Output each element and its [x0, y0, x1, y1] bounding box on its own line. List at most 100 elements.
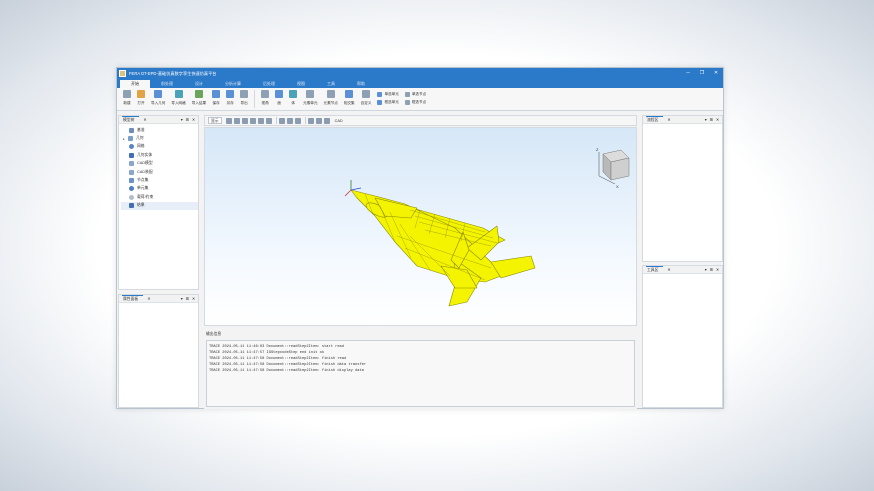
tree-item-result[interactable]: 结果	[121, 201, 198, 210]
back-view-icon[interactable]	[233, 117, 240, 124]
ribbon-divider	[254, 90, 256, 108]
open-button[interactable]: 打开	[134, 88, 148, 106]
mesh-icon	[129, 144, 134, 150]
app-window: FERA DT-EPD-基础仿真数字孪生快速仿真平台 ─ ❐ ✕ 开始 前处理 …	[116, 67, 724, 409]
process-close-icon[interactable]: ✕	[667, 117, 670, 122]
panel-pin-icon[interactable]: ⊞	[186, 117, 189, 122]
tree-item-cad-model[interactable]: CAD模型	[121, 160, 198, 168]
log-line: TRACE 2024-05-11 11:47:58 Document::read…	[209, 369, 364, 373]
tree-item-datum[interactable]: 基准	[121, 126, 198, 134]
custom-icon	[362, 90, 371, 98]
tab-start[interactable]: 开始	[120, 80, 150, 88]
cad-assembly-icon	[129, 169, 134, 175]
save-as-icon	[226, 90, 235, 98]
cad-mode-label: CAD	[334, 118, 343, 123]
custom-button[interactable]: 自定义	[358, 88, 375, 106]
tree-item-geometry[interactable]: ▸ 几何	[121, 134, 198, 142]
tools-close-icon[interactable]: ✕	[667, 267, 670, 272]
right-view-icon[interactable]	[265, 117, 272, 124]
element-button[interactable]: 元素单元	[300, 88, 320, 106]
single-element-button[interactable]: 单选单元	[377, 90, 399, 98]
new-file-icon	[123, 90, 131, 98]
orientation-cube[interactable]: Z X	[596, 147, 630, 189]
title-bar: FERA DT-EPD-基础仿真数字孪生快速仿真平台 ─ ❐ ✕	[117, 68, 723, 79]
save-as-button[interactable]: 另存	[223, 88, 237, 106]
panel-close-icon[interactable]: ✕	[192, 117, 195, 122]
app-logo	[119, 70, 126, 77]
tab-preprocess[interactable]: 前处理	[150, 80, 184, 88]
close-button[interactable]: ✕	[709, 68, 723, 79]
tree-item-cad-assembly[interactable]: CAD装配	[121, 168, 198, 176]
face-icon	[275, 90, 284, 98]
top-view-icon[interactable]	[241, 117, 248, 124]
fit-view-icon[interactable]	[278, 117, 285, 124]
new-button[interactable]: 新建	[120, 88, 134, 106]
cube-axis-x: X	[616, 184, 619, 189]
tree-item-element-set[interactable]: 单元集	[121, 185, 198, 193]
face-button[interactable]: 面	[272, 88, 286, 106]
model-tree-tab[interactable]: 模型树	[122, 115, 140, 124]
front-view-icon[interactable]	[225, 117, 232, 124]
panel-menu-icon[interactable]: ▾	[705, 267, 707, 272]
tree-item-solid-body[interactable]: 几何实体	[121, 151, 198, 159]
box-node-icon	[404, 99, 410, 105]
panel-pin-icon[interactable]: ⊞	[710, 267, 713, 272]
panel-pin-icon[interactable]: ⊞	[186, 296, 189, 301]
panel-menu-icon[interactable]: ▾	[705, 117, 707, 122]
panel-pin-icon[interactable]: ⊞	[710, 117, 713, 122]
model-tree-header: 模型树 ✕ ▾ ⊞ ✕	[119, 115, 198, 124]
box-element-icon	[377, 99, 383, 105]
panel-menu-icon[interactable]: ▾	[181, 296, 183, 301]
export-button[interactable]: 导出	[237, 88, 251, 106]
shaded-edges-icon[interactable]	[323, 117, 330, 124]
panel-menu-icon[interactable]: ▾	[181, 117, 183, 122]
output-log[interactable]: TRACE 2024-05-11 11:46:03 Document::read…	[206, 340, 635, 407]
panel-close-icon[interactable]: ✕	[192, 296, 195, 301]
save-button[interactable]: 保存	[209, 88, 223, 106]
maximize-button[interactable]: ❐	[695, 68, 709, 79]
shaded-icon[interactable]	[307, 117, 314, 124]
tab-postprocess[interactable]: 后处理	[252, 80, 286, 88]
import-result-button[interactable]: 导入结果	[189, 88, 209, 106]
tree-item-node-set[interactable]: 节点集	[121, 176, 198, 184]
tab-view[interactable]: 视图	[286, 80, 316, 88]
load-icon	[129, 194, 134, 200]
import-geometry-button[interactable]: 导入几何	[148, 88, 168, 106]
import-mesh-button[interactable]: 导入网格	[168, 88, 188, 106]
panel-close-icon[interactable]: ✕	[716, 267, 719, 272]
tools-tab[interactable]: 工具区	[646, 265, 664, 274]
tab-design[interactable]: 设计	[184, 80, 214, 88]
3d-viewport[interactable]: Z X	[204, 127, 637, 326]
tree-item-mesh[interactable]: 网格	[121, 143, 198, 151]
window-controls: ─ ❐ ✕	[681, 68, 723, 79]
node-button[interactable]: 元素节点	[321, 88, 341, 106]
tab-help[interactable]: 帮助	[346, 80, 376, 88]
box-element-button[interactable]: 框选单元	[377, 98, 399, 106]
bottom-view-icon[interactable]	[249, 117, 256, 124]
intersect-icon	[345, 90, 354, 98]
tab-analysis[interactable]: 分析计算	[214, 80, 252, 88]
box-node-button[interactable]: 框选节点	[404, 98, 426, 106]
view-angle-button[interactable]: 视角	[258, 88, 272, 106]
solid-icon	[289, 90, 298, 98]
process-tab[interactable]: 流程区	[646, 115, 664, 124]
property-tab[interactable]: 属性面板	[122, 294, 144, 303]
wireframe-icon[interactable]	[315, 117, 322, 124]
solid-button[interactable]: 体	[286, 88, 300, 106]
single-node-button[interactable]: 单选节点	[404, 90, 426, 98]
intersect-button[interactable]: 相交集	[341, 88, 358, 106]
model-tree-close-icon[interactable]: ✕	[143, 117, 146, 122]
property-close-icon[interactable]: ✕	[147, 296, 150, 301]
tree-item-load[interactable]: 载荷/约束	[121, 193, 198, 201]
tab-tools[interactable]: 工具	[316, 80, 346, 88]
left-view-icon[interactable]	[257, 117, 264, 124]
single-node-icon	[404, 91, 410, 97]
display-dropdown[interactable]: 显示	[208, 117, 222, 124]
minimize-button[interactable]: ─	[681, 68, 695, 79]
ribbon-toolbar: 新建 打开 导入几何 导入网格 导入结果 保存 另存 导出 视角 面 体 元素单…	[117, 88, 723, 111]
result-icon	[129, 203, 134, 209]
property-header: 属性面板 ✕ ▾ ⊞ ✕	[119, 294, 198, 303]
zoom-box-icon[interactable]	[286, 117, 293, 124]
panel-close-icon[interactable]: ✕	[716, 117, 719, 122]
rotate-icon[interactable]	[294, 117, 301, 124]
